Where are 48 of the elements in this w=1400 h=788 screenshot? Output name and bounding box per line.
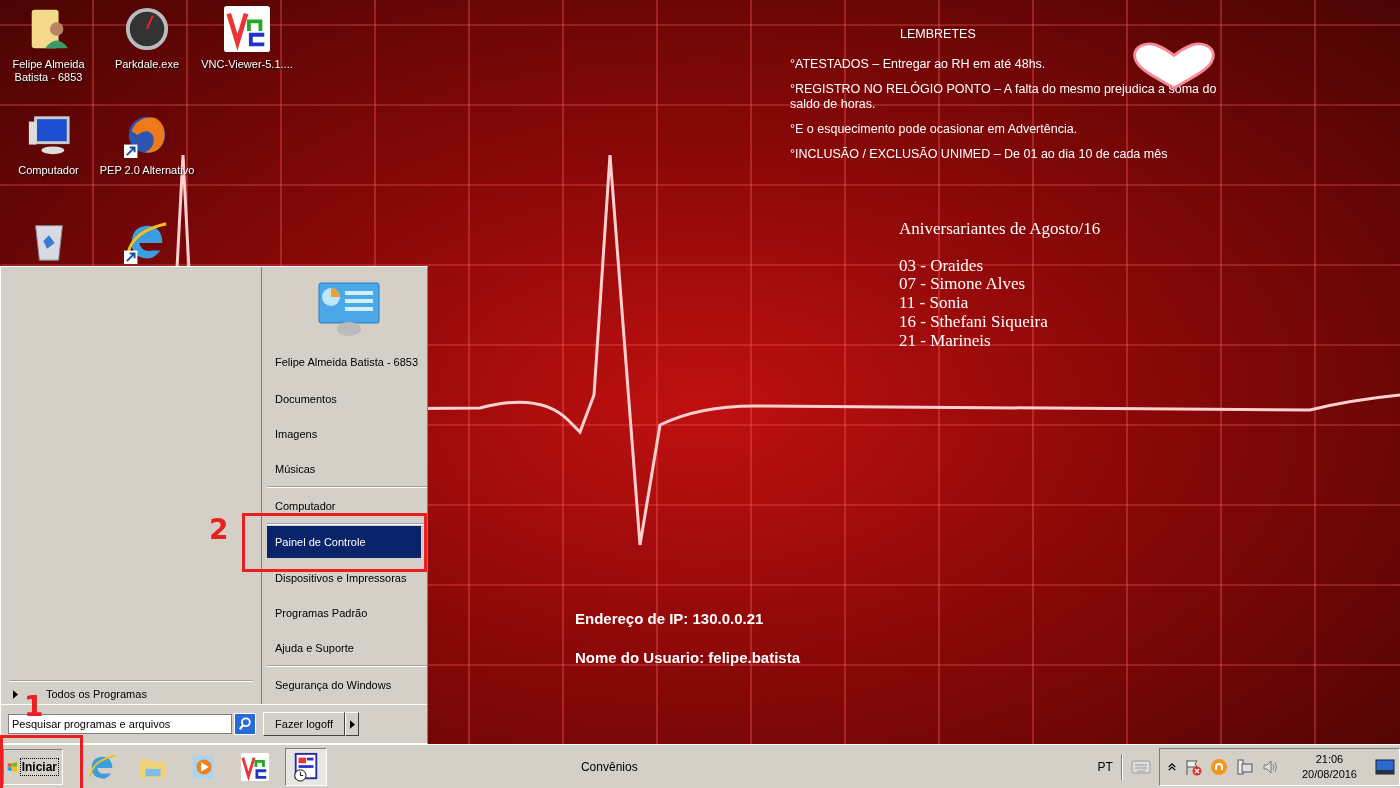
vnc-logo-icon bbox=[240, 751, 270, 782]
birthday-entry: 07 - Simone Alves bbox=[899, 275, 1027, 295]
start-menu-item[interactable]: Dispositivos e Impressoras bbox=[267, 569, 415, 586]
network-icon[interactable] bbox=[1235, 757, 1254, 776]
birthday-entry: 16 - Sthefani Siqueira bbox=[899, 312, 1049, 332]
chevron-up-icon[interactable] bbox=[1167, 760, 1176, 773]
flag-error-icon[interactable] bbox=[1183, 757, 1202, 776]
start-button[interactable]: Iniciar bbox=[3, 748, 63, 785]
reminder-text: °INCLUSÃO / EXCLUSÃO UNIMED – De 01 ao dia 10 de cada mês bbox=[790, 147, 1169, 162]
caret-icon bbox=[349, 719, 355, 729]
control-panel-icon bbox=[317, 281, 381, 337]
start-menu-item[interactable]: Documentos bbox=[267, 390, 345, 407]
reminder-text: °ATESTADOS – Entregar ao RH em até 48hs. bbox=[790, 57, 1047, 72]
annotation-number: 2 bbox=[209, 516, 229, 544]
start-menu-item[interactable]: Painel de Controle bbox=[267, 526, 421, 558]
network-info-text: Endereço de IP: 130.0.0.21 bbox=[575, 610, 765, 627]
desktop-icon-label[interactable]: Felipe Almeida Batista - 6853 bbox=[0, 58, 97, 84]
expand-arrow-icon bbox=[13, 689, 18, 699]
reminder-text: °E o esquecimento pode ocasionar em Advertência. bbox=[790, 122, 1079, 137]
speedometer-icon[interactable] bbox=[124, 6, 170, 52]
user-folder-item[interactable]: Felipe Almeida Batista - 6853 bbox=[267, 348, 427, 376]
show-desktop-icon[interactable] bbox=[1375, 757, 1395, 776]
start-menu-item[interactable]: Programas Padrão bbox=[267, 604, 376, 621]
desktop-icon-label[interactable]: Computador bbox=[18, 164, 79, 177]
clock-time: 21:06 bbox=[1315, 751, 1344, 767]
desktop-icon-label[interactable]: Parkdale.exe bbox=[114, 58, 180, 71]
reminders-title: LEMBRETES bbox=[900, 27, 977, 41]
clock-date: 20/08/2016 bbox=[1301, 766, 1357, 782]
clock[interactable]: 21:06 20/08/2016 bbox=[1301, 751, 1357, 782]
start-menu-item[interactable]: Imagens bbox=[267, 425, 326, 442]
desktop-icon-label[interactable]: VNC-Viewer-5.1.... bbox=[201, 58, 293, 71]
search-button[interactable] bbox=[234, 713, 256, 735]
start-menu-item[interactable]: Segurança do Windows bbox=[267, 676, 400, 693]
logoff-button[interactable]: Fazer logoff bbox=[263, 712, 345, 736]
birthdays-title: Aniversariantes de Agosto/16 bbox=[899, 220, 1101, 239]
start-menu-item[interactable]: Ajuda e Suporte bbox=[267, 639, 362, 656]
taskbar-app-button[interactable] bbox=[285, 747, 327, 786]
network-info-text: Nome do Usuario: felipe.batista bbox=[575, 649, 801, 666]
start-menu-item[interactable]: Músicas bbox=[267, 460, 324, 477]
language-indicator[interactable]: PT bbox=[1097, 759, 1113, 774]
taskbar-toolbar-label: Convênios bbox=[580, 759, 638, 774]
birthday-entry: 21 - Marineis bbox=[899, 331, 992, 351]
birthday-entry: 03 - Oraides bbox=[899, 256, 985, 276]
shutdown-options-button[interactable] bbox=[345, 712, 359, 736]
vnc-logo-icon[interactable] bbox=[224, 6, 270, 52]
start-menu-item[interactable]: Computador bbox=[267, 497, 344, 514]
birthday-entry: 11 - Sonia bbox=[899, 294, 970, 313]
search-icon bbox=[238, 717, 252, 731]
